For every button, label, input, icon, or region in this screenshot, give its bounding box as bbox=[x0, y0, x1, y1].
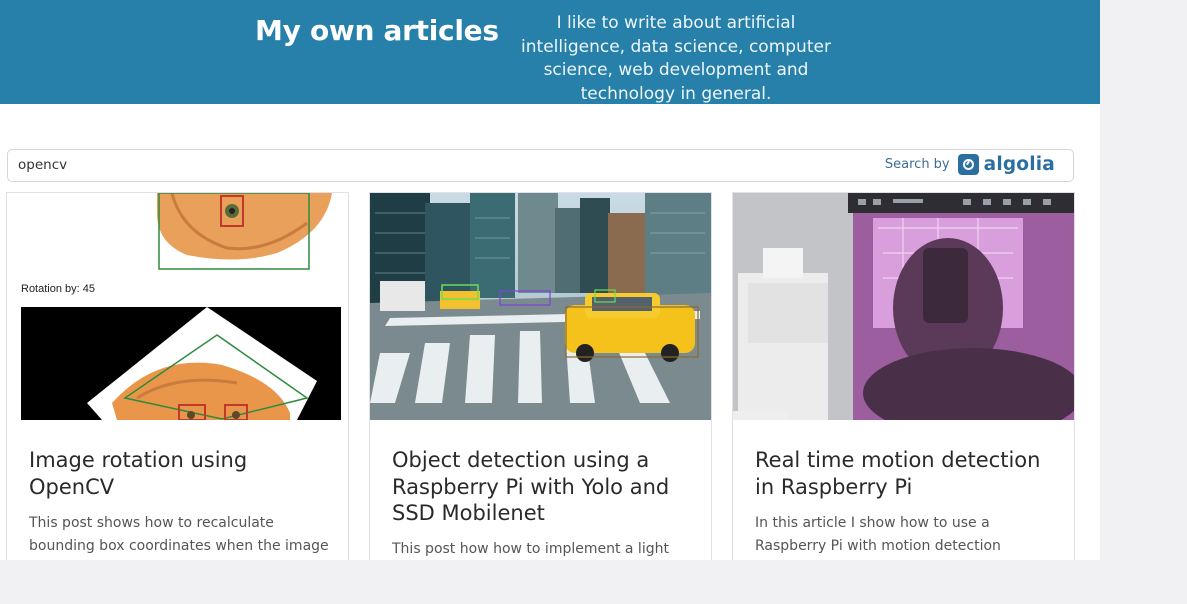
algolia-logo-icon bbox=[957, 154, 979, 175]
search-by-label: Search by bbox=[884, 157, 950, 172]
rotation-caption: Rotation by: 45 bbox=[21, 283, 95, 295]
article-title[interactable]: Object detection using a Raspberry Pi wi… bbox=[392, 447, 682, 527]
article-card[interactable]: Rotation by: 45 Image rotation using Ope… bbox=[6, 192, 349, 560]
article-excerpt: This post shows how to recalculate bound… bbox=[29, 515, 329, 554]
article-thumbnail-street[interactable] bbox=[370, 193, 711, 420]
article-title[interactable]: Real time motion detection in Raspberry … bbox=[755, 447, 1045, 500]
search-input[interactable] bbox=[16, 156, 720, 174]
page: My own articles I like to write about ar… bbox=[0, 0, 1100, 560]
page-title: My own articles bbox=[255, 14, 499, 47]
hero-header: My own articles I like to write about ar… bbox=[0, 0, 1100, 104]
article-thumbnail-motion[interactable] bbox=[733, 193, 1074, 420]
article-thumbnail-rotation[interactable]: Rotation by: 45 bbox=[7, 193, 348, 420]
page-description: I like to write about artificial intelli… bbox=[521, 13, 831, 104]
article-excerpt: In this article I show how to use a Rasp… bbox=[755, 515, 1001, 554]
article-excerpt: This post how how to implement a light bbox=[392, 541, 669, 557]
search-by-algolia[interactable]: Search by algolia bbox=[885, 154, 1055, 175]
algolia-wordmark: algolia bbox=[983, 154, 1055, 175]
article-title[interactable]: Image rotation using OpenCV bbox=[29, 447, 319, 500]
search-bar[interactable]: Search by algolia bbox=[7, 149, 1074, 182]
article-card[interactable]: Real time motion detection in Raspberry … bbox=[732, 192, 1075, 560]
article-card[interactable]: Object detection using a Raspberry Pi wi… bbox=[369, 192, 712, 560]
